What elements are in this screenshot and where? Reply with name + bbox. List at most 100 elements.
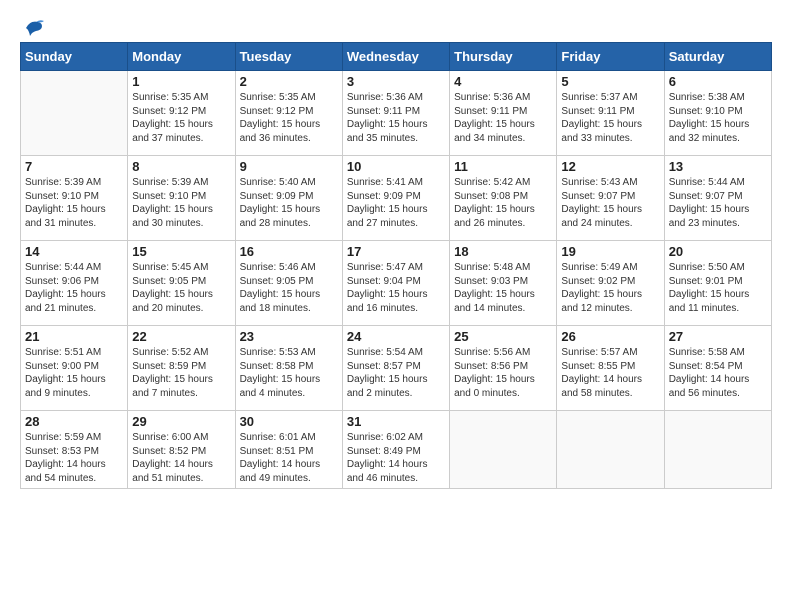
calendar-cell: 27 Sunrise: 5:58 AM Sunset: 8:54 PM Dayli… [664, 326, 771, 411]
calendar-cell [664, 411, 771, 489]
cell-sun-info: Sunrise: 6:01 AM Sunset: 8:51 PM Dayligh… [240, 431, 338, 485]
cell-sun-info: Sunrise: 5:39 AM Sunset: 9:10 PM Dayligh… [25, 176, 123, 230]
day-number: 17 [347, 244, 445, 259]
day-number: 20 [669, 244, 767, 259]
weekday-header: Tuesday [235, 43, 342, 71]
day-number: 31 [347, 414, 445, 429]
calendar-table: SundayMondayTuesdayWednesdayThursdayFrid… [20, 42, 772, 489]
cell-sun-info: Sunrise: 5:41 AM Sunset: 9:09 PM Dayligh… [347, 176, 445, 230]
day-number: 30 [240, 414, 338, 429]
calendar-cell: 26 Sunrise: 5:57 AM Sunset: 8:55 PM Dayli… [557, 326, 664, 411]
day-number: 26 [561, 329, 659, 344]
day-number: 5 [561, 74, 659, 89]
day-number: 11 [454, 159, 552, 174]
day-number: 9 [240, 159, 338, 174]
cell-sun-info: Sunrise: 5:57 AM Sunset: 8:55 PM Dayligh… [561, 346, 659, 400]
calendar-cell: 25 Sunrise: 5:56 AM Sunset: 8:56 PM Dayli… [450, 326, 557, 411]
calendar-cell: 15 Sunrise: 5:45 AM Sunset: 9:05 PM Dayli… [128, 241, 235, 326]
calendar-week-row: 14Sunrise: 5:44 AM Sunset: 9:06 PM Dayli… [21, 241, 772, 326]
weekday-header: Thursday [450, 43, 557, 71]
cell-sun-info: Sunrise: 5:56 AM Sunset: 8:56 PM Dayligh… [454, 346, 552, 400]
day-number: 27 [669, 329, 767, 344]
cell-sun-info: Sunrise: 6:00 AM Sunset: 8:52 PM Dayligh… [132, 431, 230, 485]
calendar-cell [450, 411, 557, 489]
day-number: 12 [561, 159, 659, 174]
calendar-cell [557, 411, 664, 489]
weekday-header: Monday [128, 43, 235, 71]
cell-sun-info: Sunrise: 5:53 AM Sunset: 8:58 PM Dayligh… [240, 346, 338, 400]
weekday-header: Saturday [664, 43, 771, 71]
logo [20, 18, 44, 36]
cell-sun-info: Sunrise: 5:52 AM Sunset: 8:59 PM Dayligh… [132, 346, 230, 400]
header [20, 18, 772, 36]
day-number: 7 [25, 159, 123, 174]
cell-sun-info: Sunrise: 5:43 AM Sunset: 9:07 PM Dayligh… [561, 176, 659, 230]
weekday-header: Friday [557, 43, 664, 71]
logo-bird-icon [22, 18, 44, 38]
calendar-cell: 1Sunrise: 5:35 AM Sunset: 9:12 PM Daylig… [128, 71, 235, 156]
cell-sun-info: Sunrise: 5:38 AM Sunset: 9:10 PM Dayligh… [669, 91, 767, 145]
cell-sun-info: Sunrise: 5:45 AM Sunset: 9:05 PM Dayligh… [132, 261, 230, 315]
day-number: 3 [347, 74, 445, 89]
calendar-cell: 16 Sunrise: 5:46 AM Sunset: 9:05 PM Dayli… [235, 241, 342, 326]
calendar-cell: 5 Sunrise: 5:37 AM Sunset: 9:11 PM Daylig… [557, 71, 664, 156]
day-number: 18 [454, 244, 552, 259]
calendar-cell: 24 Sunrise: 5:54 AM Sunset: 8:57 PM Dayli… [342, 326, 449, 411]
cell-sun-info: Sunrise: 5:46 AM Sunset: 9:05 PM Dayligh… [240, 261, 338, 315]
calendar-cell: 6Sunrise: 5:38 AM Sunset: 9:10 PM Daylig… [664, 71, 771, 156]
day-number: 29 [132, 414, 230, 429]
cell-sun-info: Sunrise: 5:35 AM Sunset: 9:12 PM Dayligh… [240, 91, 338, 145]
day-number: 22 [132, 329, 230, 344]
weekday-header: Wednesday [342, 43, 449, 71]
calendar-cell: 19 Sunrise: 5:49 AM Sunset: 9:02 PM Dayli… [557, 241, 664, 326]
calendar-cell: 11Sunrise: 5:42 AM Sunset: 9:08 PM Dayli… [450, 156, 557, 241]
calendar-cell: 22 Sunrise: 5:52 AM Sunset: 8:59 PM Dayli… [128, 326, 235, 411]
cell-sun-info: Sunrise: 5:44 AM Sunset: 9:06 PM Dayligh… [25, 261, 123, 315]
calendar-cell: 13 Sunrise: 5:44 AM Sunset: 9:07 PM Dayli… [664, 156, 771, 241]
cell-sun-info: Sunrise: 5:37 AM Sunset: 9:11 PM Dayligh… [561, 91, 659, 145]
calendar-cell: 29 Sunrise: 6:00 AM Sunset: 8:52 PM Dayli… [128, 411, 235, 489]
calendar-cell: 31 Sunrise: 6:02 AM Sunset: 8:49 PM Dayli… [342, 411, 449, 489]
calendar-cell: 18 Sunrise: 5:48 AM Sunset: 9:03 PM Dayli… [450, 241, 557, 326]
day-number: 4 [454, 74, 552, 89]
cell-sun-info: Sunrise: 5:49 AM Sunset: 9:02 PM Dayligh… [561, 261, 659, 315]
calendar-cell: 14Sunrise: 5:44 AM Sunset: 9:06 PM Dayli… [21, 241, 128, 326]
day-number: 21 [25, 329, 123, 344]
cell-sun-info: Sunrise: 5:36 AM Sunset: 9:11 PM Dayligh… [347, 91, 445, 145]
day-number: 8 [132, 159, 230, 174]
cell-sun-info: Sunrise: 5:58 AM Sunset: 8:54 PM Dayligh… [669, 346, 767, 400]
calendar-cell: 12 Sunrise: 5:43 AM Sunset: 9:07 PM Dayli… [557, 156, 664, 241]
calendar-cell: 28Sunrise: 5:59 AM Sunset: 8:53 PM Dayli… [21, 411, 128, 489]
day-number: 24 [347, 329, 445, 344]
day-number: 19 [561, 244, 659, 259]
calendar-cell: 10 Sunrise: 5:41 AM Sunset: 9:09 PM Dayli… [342, 156, 449, 241]
cell-sun-info: Sunrise: 5:48 AM Sunset: 9:03 PM Dayligh… [454, 261, 552, 315]
day-number: 16 [240, 244, 338, 259]
cell-sun-info: Sunrise: 5:40 AM Sunset: 9:09 PM Dayligh… [240, 176, 338, 230]
cell-sun-info: Sunrise: 5:44 AM Sunset: 9:07 PM Dayligh… [669, 176, 767, 230]
day-number: 10 [347, 159, 445, 174]
page-container: SundayMondayTuesdayWednesdayThursdayFrid… [0, 0, 792, 499]
day-number: 13 [669, 159, 767, 174]
cell-sun-info: Sunrise: 5:50 AM Sunset: 9:01 PM Dayligh… [669, 261, 767, 315]
cell-sun-info: Sunrise: 6:02 AM Sunset: 8:49 PM Dayligh… [347, 431, 445, 485]
calendar-cell: 8 Sunrise: 5:39 AM Sunset: 9:10 PM Daylig… [128, 156, 235, 241]
day-number: 15 [132, 244, 230, 259]
cell-sun-info: Sunrise: 5:36 AM Sunset: 9:11 PM Dayligh… [454, 91, 552, 145]
calendar-cell: 7 Sunrise: 5:39 AM Sunset: 9:10 PM Daylig… [21, 156, 128, 241]
calendar-week-row: 7 Sunrise: 5:39 AM Sunset: 9:10 PM Daylig… [21, 156, 772, 241]
calendar-cell: 3 Sunrise: 5:36 AM Sunset: 9:11 PM Daylig… [342, 71, 449, 156]
calendar-cell: 20 Sunrise: 5:50 AM Sunset: 9:01 PM Dayli… [664, 241, 771, 326]
cell-sun-info: Sunrise: 5:35 AM Sunset: 9:12 PM Dayligh… [132, 91, 230, 145]
calendar-cell: 21Sunrise: 5:51 AM Sunset: 9:00 PM Dayli… [21, 326, 128, 411]
calendar-cell: 23Sunrise: 5:53 AM Sunset: 8:58 PM Dayli… [235, 326, 342, 411]
cell-sun-info: Sunrise: 5:47 AM Sunset: 9:04 PM Dayligh… [347, 261, 445, 315]
calendar-cell [21, 71, 128, 156]
weekday-header: Sunday [21, 43, 128, 71]
cell-sun-info: Sunrise: 5:54 AM Sunset: 8:57 PM Dayligh… [347, 346, 445, 400]
calendar-cell: 17 Sunrise: 5:47 AM Sunset: 9:04 PM Dayli… [342, 241, 449, 326]
weekday-header-row: SundayMondayTuesdayWednesdayThursdayFrid… [21, 43, 772, 71]
day-number: 25 [454, 329, 552, 344]
calendar-cell: 2Sunrise: 5:35 AM Sunset: 9:12 PM Daylig… [235, 71, 342, 156]
cell-sun-info: Sunrise: 5:39 AM Sunset: 9:10 PM Dayligh… [132, 176, 230, 230]
